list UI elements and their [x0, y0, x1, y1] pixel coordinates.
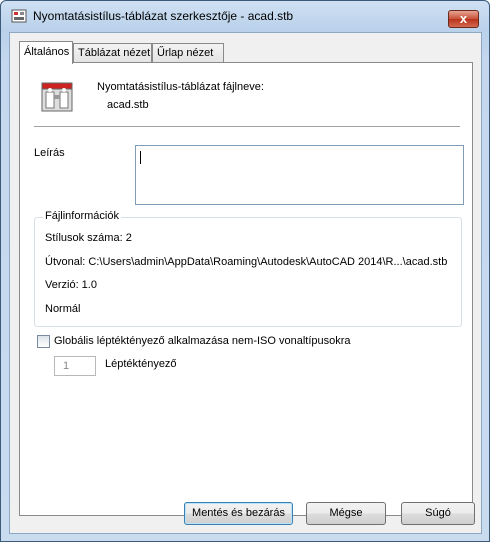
scale-factor-label: Léptéktényező: [105, 358, 177, 370]
tab-form-view[interactable]: Űrlap nézet: [152, 43, 224, 63]
filename-label: Nyomtatásistílus-táblázat fájlneve:: [97, 81, 264, 93]
title-bar[interactable]: Nyomtatásistílus-táblázat szerkesztője -…: [1, 1, 489, 31]
tab-table-view[interactable]: Táblázat nézet: [73, 43, 152, 63]
styles-count: Stílusok száma: 2: [45, 232, 132, 244]
file-path: Útvonal: C:\Users\admin\AppData\Roaming\…: [45, 256, 448, 268]
description-input[interactable]: [135, 145, 464, 205]
file-info-group: Fájlinformációk Stílusok száma: 2 Útvona…: [34, 210, 462, 327]
window-title: Nyomtatásistílus-táblázat szerkesztője -…: [33, 9, 294, 23]
filename-value: acad.stb: [107, 99, 149, 111]
text-caret: [140, 151, 141, 164]
file-info-title: Fájlinformációk: [43, 210, 121, 222]
dialog-window: Nyomtatásistílus-táblázat szerkesztője -…: [0, 0, 490, 542]
app-icon: [11, 9, 27, 23]
close-button[interactable]: x: [448, 10, 479, 28]
file-type: Normál: [45, 303, 81, 315]
tab-general[interactable]: Általános: [19, 41, 73, 64]
description-label: Leírás: [34, 147, 65, 159]
global-scale-checkbox[interactable]: [37, 335, 50, 348]
print-style-table-icon: [41, 82, 73, 112]
cancel-button[interactable]: Mégse: [306, 502, 386, 525]
help-button[interactable]: Súgó: [401, 502, 475, 525]
scale-factor-input[interactable]: 1: [54, 356, 96, 376]
close-icon: x: [459, 11, 468, 26]
general-tab-panel: Nyomtatásistílus-táblázat fájlneve: acad…: [19, 62, 473, 516]
separator: [34, 126, 460, 127]
global-scale-label: Globális léptéktényező alkalmazása nem-I…: [54, 335, 351, 347]
file-version: Verzió: 1.0: [45, 279, 97, 291]
dialog-client-area: Általános Táblázat nézet Űrlap nézet Nyo…: [9, 32, 482, 534]
save-and-close-button[interactable]: Mentés és bezárás: [184, 502, 293, 525]
